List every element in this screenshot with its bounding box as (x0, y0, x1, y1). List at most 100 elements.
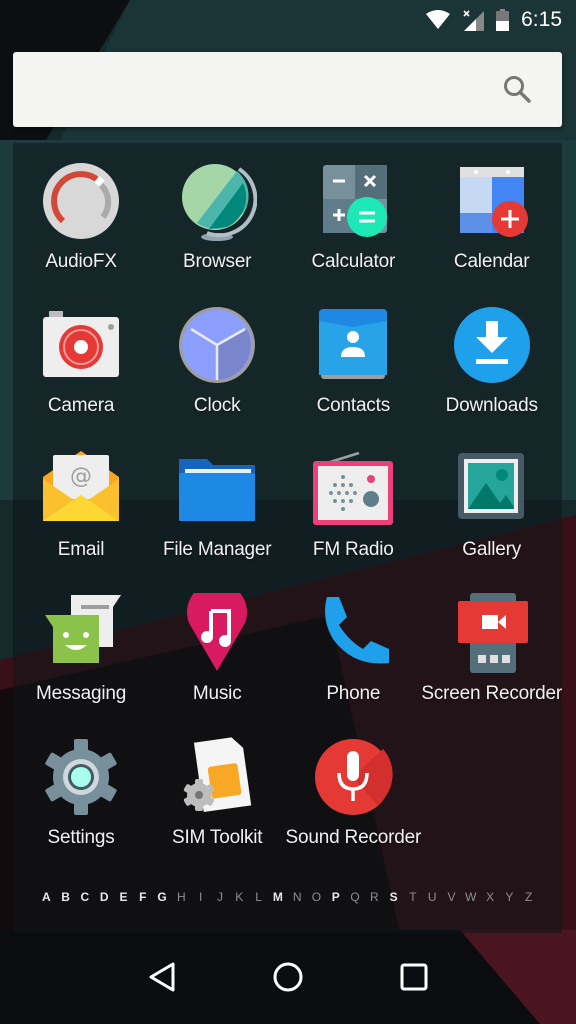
app-calculator[interactable]: Calculator (285, 143, 421, 287)
alphabet-letter-z[interactable]: Z (519, 890, 538, 904)
clock-icon (179, 307, 256, 383)
contacts-icon (319, 309, 388, 379)
alphabet-letter-p[interactable]: P (326, 890, 345, 904)
audiofx-icon (43, 163, 120, 239)
phone-icon (325, 597, 390, 664)
app-audiofx[interactable]: AudioFX (13, 143, 149, 287)
alphabet-letter-k[interactable]: K (230, 890, 249, 904)
alphabet-letter-a[interactable]: A (37, 890, 56, 904)
app-label: Messaging (36, 683, 127, 704)
alphabet-letter-t[interactable]: T (403, 890, 422, 904)
alphabet-letter-o[interactable]: O (307, 890, 326, 904)
app-gallery[interactable]: Gallery (421, 431, 562, 575)
status-bar: 6:15 (0, 0, 576, 40)
alphabet-scroller[interactable]: ABCDEFGHIJKLMNOPQRSTUVWXYZ (13, 860, 562, 933)
app-label: Browser (183, 251, 252, 272)
app-label: FM Radio (312, 539, 394, 560)
alphabet-letter-n[interactable]: N (288, 890, 307, 904)
app-label: Phone (326, 683, 381, 704)
app-label: File Manager (162, 539, 272, 560)
downloads-icon (453, 307, 530, 383)
app-fm-radio[interactable]: FM Radio (285, 431, 421, 575)
recents-button[interactable] (399, 962, 429, 997)
gallery-icon (457, 453, 524, 519)
sound-recorder-icon (315, 739, 393, 815)
settings-icon (45, 739, 117, 815)
back-button[interactable] (147, 961, 177, 998)
clock-time: 6:15 (521, 8, 562, 31)
screen-recorder-icon (457, 593, 528, 673)
app-label: Email (57, 539, 105, 560)
app-label: Contacts (316, 395, 391, 416)
alphabet-letter-j[interactable]: J (210, 890, 229, 904)
email-icon: @ (43, 451, 120, 521)
app-sound-recorder[interactable]: Sound Recorder (285, 719, 421, 863)
app-browser[interactable]: Browser (149, 143, 285, 287)
app-label: Screen Recorder (421, 683, 562, 704)
app-phone[interactable]: Phone (285, 575, 421, 719)
camera-icon (43, 311, 120, 377)
alphabet-letter-m[interactable]: M (268, 890, 287, 904)
app-label: SIM Toolkit (172, 827, 263, 848)
alphabet-letter-y[interactable]: Y (500, 890, 519, 904)
app-label: Settings (47, 827, 115, 848)
app-messaging[interactable]: Messaging (13, 575, 149, 719)
alphabet-letter-i[interactable]: I (191, 890, 210, 904)
alphabet-letter-b[interactable]: B (56, 890, 75, 904)
app-label: Music (192, 683, 242, 704)
calendar-icon (459, 167, 528, 237)
alphabet-letter-v[interactable]: V (442, 890, 461, 904)
alphabet-letter-h[interactable]: H (172, 890, 191, 904)
app-calendar[interactable]: Calendar (421, 143, 562, 287)
alphabet-letter-r[interactable]: R (365, 890, 384, 904)
app-music[interactable]: Music (149, 575, 285, 719)
app-label: Clock (193, 395, 241, 416)
alphabet-letter-d[interactable]: D (95, 890, 114, 904)
calculator-icon (323, 165, 388, 237)
svg-text:@: @ (70, 464, 92, 489)
app-label: Calendar (453, 251, 530, 272)
app-settings[interactable]: Settings (13, 719, 149, 863)
app-label: Calculator (311, 251, 396, 272)
alphabet-letter-x[interactable]: X (480, 890, 499, 904)
app-grid: AudioFX Browser Calculator Calendar Came… (13, 143, 562, 863)
alphabet-letter-s[interactable]: S (384, 890, 403, 904)
file-manager-icon (179, 459, 256, 521)
app-clock[interactable]: Clock (149, 287, 285, 431)
alphabet-letter-l[interactable]: L (249, 890, 268, 904)
alphabet-letter-q[interactable]: Q (345, 890, 364, 904)
back-icon (149, 962, 175, 991)
cell-signal-no-data-icon (462, 9, 485, 31)
app-email[interactable]: @ Email (13, 431, 149, 575)
app-drawer: AudioFX Browser Calculator Calendar Came… (13, 143, 562, 933)
app-sim-toolkit[interactable]: SIM Toolkit (149, 719, 285, 863)
alphabet-letter-c[interactable]: C (75, 890, 94, 904)
search-bar[interactable] (13, 52, 562, 127)
browser-icon (182, 164, 258, 241)
alphabet-letter-g[interactable]: G (152, 890, 171, 904)
navigation-bar (0, 934, 576, 1024)
music-icon (187, 593, 248, 671)
app-label: Camera (47, 395, 115, 416)
messaging-icon (45, 595, 122, 663)
home-button[interactable] (272, 961, 304, 998)
app-downloads[interactable]: Downloads (421, 287, 562, 431)
app-label: AudioFX (45, 251, 117, 272)
app-file-manager[interactable]: File Manager (149, 431, 285, 575)
recents-icon (400, 963, 428, 990)
wifi-icon (426, 10, 451, 30)
app-label: Gallery (462, 539, 522, 560)
alphabet-letter-f[interactable]: F (133, 890, 152, 904)
alphabet-letter-u[interactable]: U (423, 890, 442, 904)
battery-icon (496, 9, 510, 31)
app-label: Sound Recorder (285, 827, 422, 848)
search-icon[interactable] (502, 74, 532, 109)
alphabet-letter-e[interactable]: E (114, 890, 133, 904)
app-label: Downloads (445, 395, 538, 416)
app-camera[interactable]: Camera (13, 287, 149, 431)
sim-toolkit-icon (184, 737, 252, 813)
app-contacts[interactable]: Contacts (285, 287, 421, 431)
alphabet-letter-w[interactable]: W (461, 890, 480, 904)
home-icon (273, 962, 303, 991)
app-screen-recorder[interactable]: Screen Recorder (421, 575, 562, 719)
